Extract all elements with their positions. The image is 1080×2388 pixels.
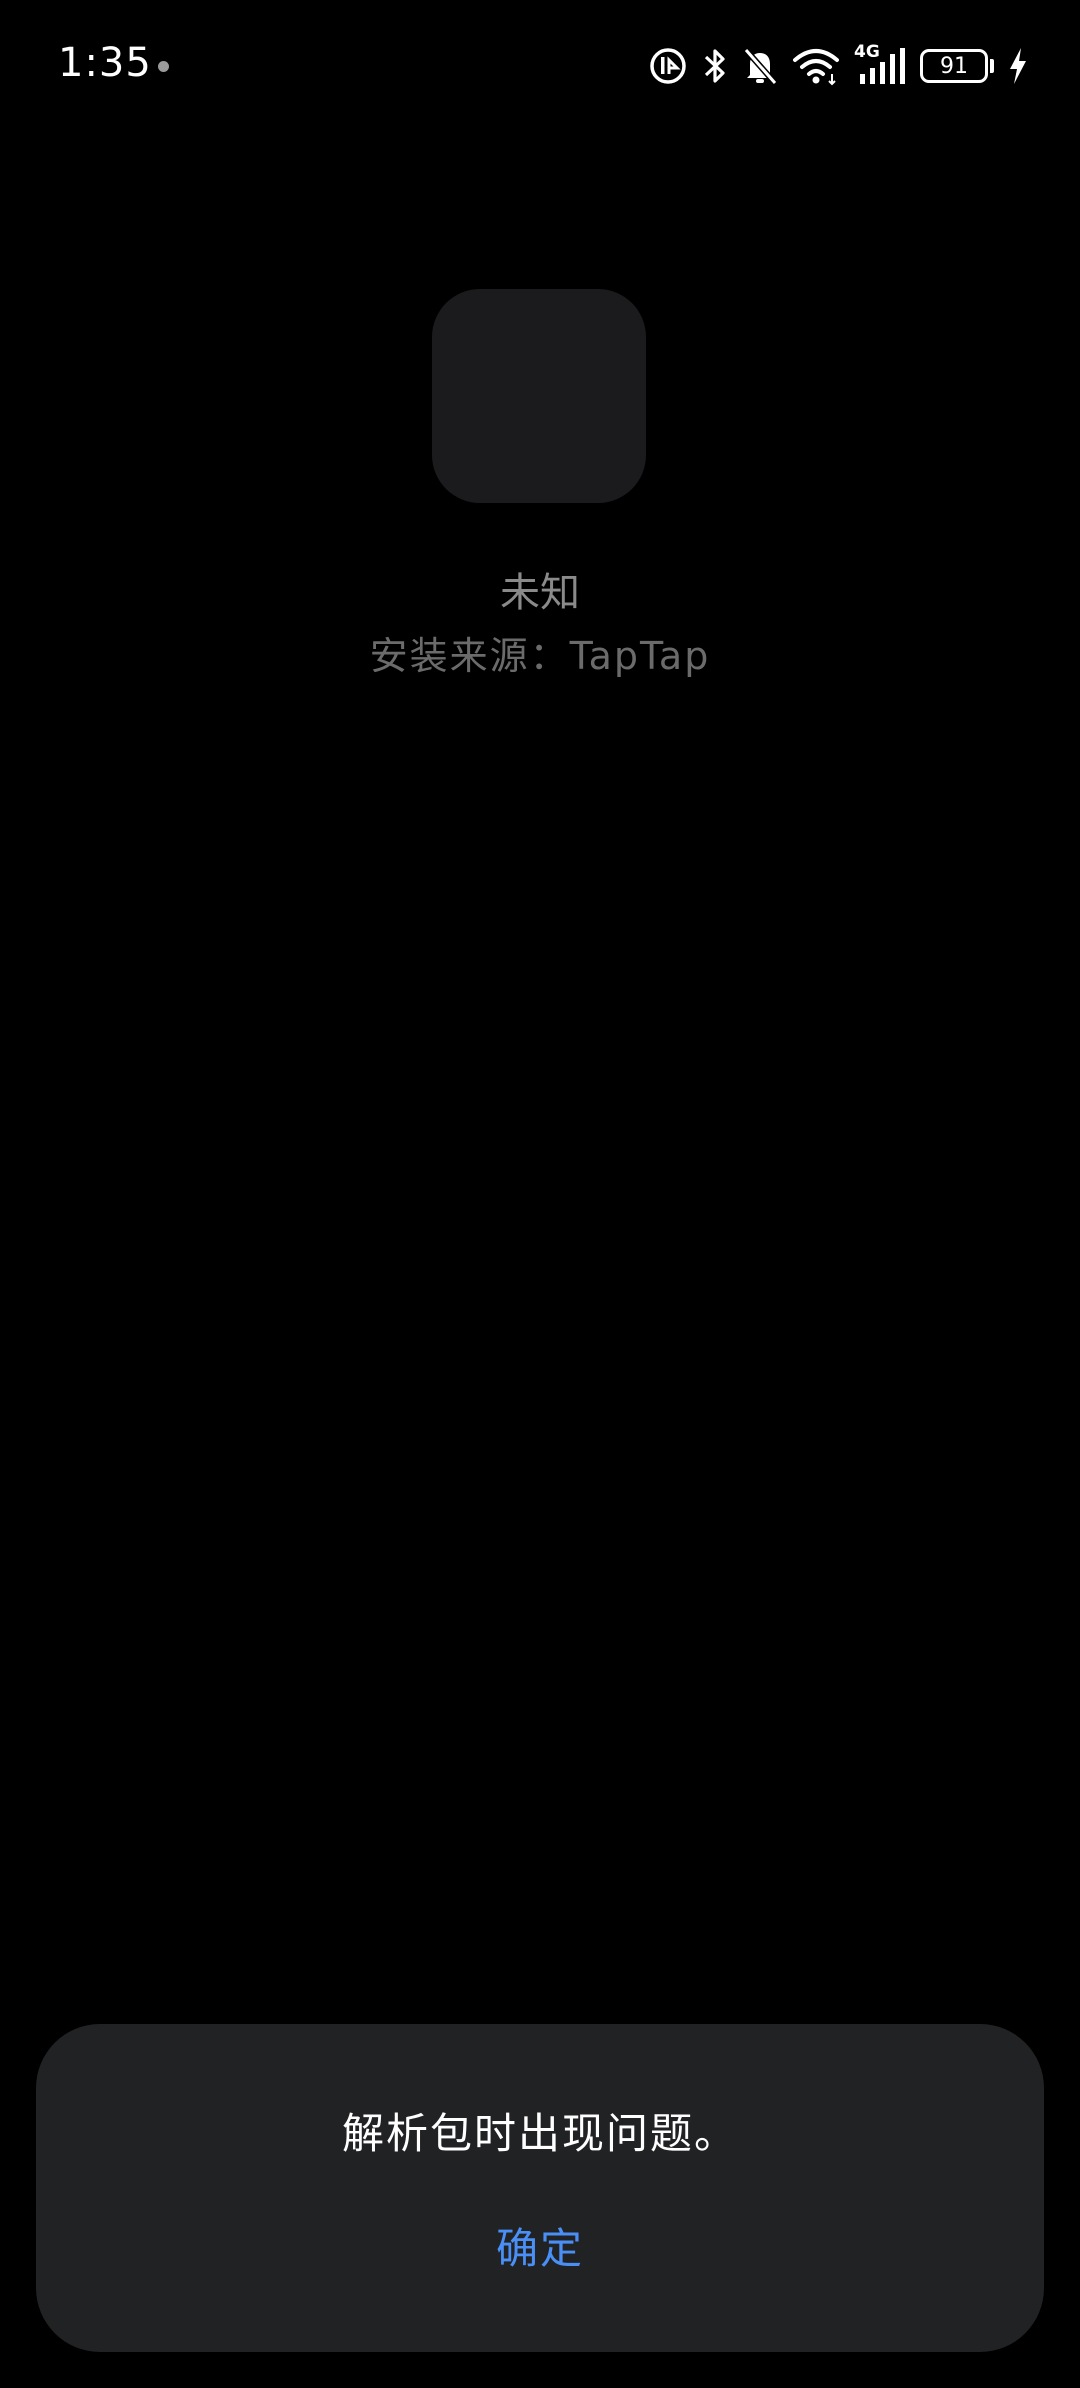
- dialog-message: 解析包时出现问题。: [341, 2109, 738, 2158]
- battery-nub: [990, 59, 994, 73]
- cellular-signal-icon: 4G: [854, 42, 906, 88]
- battery-icon: 91: [920, 49, 994, 83]
- app-name: 未知: [500, 570, 580, 616]
- status-time: 1:35: [58, 40, 152, 86]
- status-icons: 4G 91: [648, 42, 1028, 88]
- sim-badge-icon: [648, 46, 688, 86]
- bell-muted-icon: [742, 46, 778, 86]
- error-dialog: 解析包时出现问题。 确定: [36, 2024, 1044, 2352]
- charging-bolt-icon: [1008, 46, 1028, 86]
- confirm-button[interactable]: 确定: [440, 2204, 640, 2294]
- notification-dot-icon: [158, 61, 169, 72]
- wifi-icon: [792, 46, 840, 86]
- install-source-label: 安装来源：TapTap: [369, 634, 711, 678]
- bluetooth-icon: [702, 46, 728, 86]
- app-icon-placeholder: [432, 289, 646, 503]
- battery-level: 91: [920, 49, 988, 83]
- status-bar: 1:35 4G 91: [0, 0, 1080, 130]
